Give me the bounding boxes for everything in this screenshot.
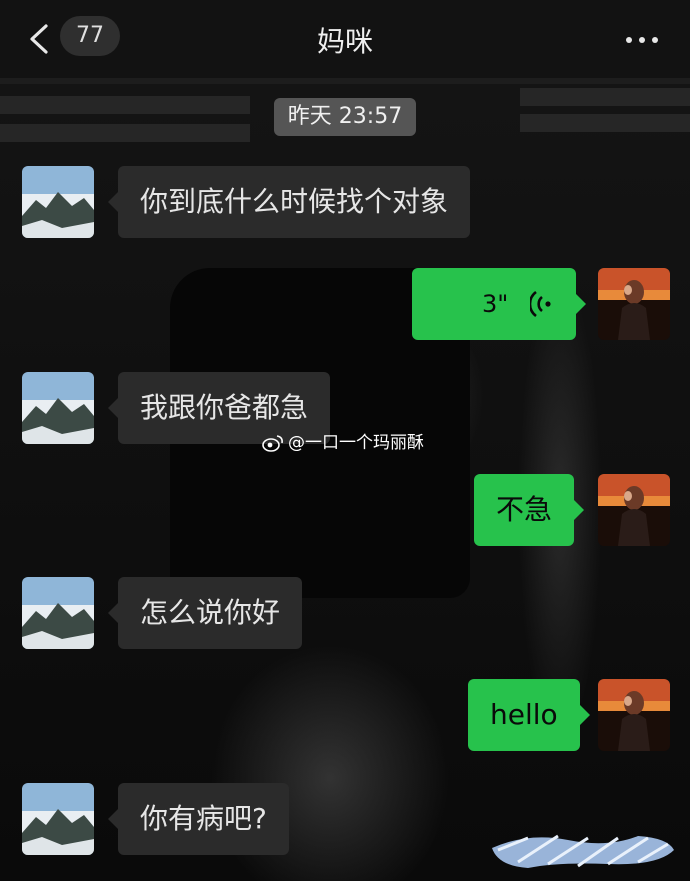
contact-avatar[interactable] xyxy=(22,166,94,238)
watermark-text: @一口一个玛丽酥 xyxy=(288,433,424,453)
my-avatar[interactable] xyxy=(598,679,670,751)
weibo-watermark: @一口一个玛丽酥 xyxy=(262,428,424,453)
more-dots-icon xyxy=(639,37,645,43)
portrait-photo-icon xyxy=(598,679,670,751)
background-stripe xyxy=(520,114,690,132)
message-bubble[interactable]: 怎么说你好 xyxy=(107,577,303,649)
divider xyxy=(0,78,690,84)
contact-avatar[interactable] xyxy=(22,577,94,649)
chat-title: 妈咪 xyxy=(316,25,373,58)
message-bubble[interactable]: hello xyxy=(468,679,590,751)
message-timestamp: 昨天 23:57 xyxy=(274,98,416,136)
more-dots-icon xyxy=(652,37,658,43)
more-dots-icon xyxy=(626,37,632,43)
message-bubble[interactable]: 你到底什么时候找个对象 xyxy=(107,166,471,238)
mountain-landscape-icon xyxy=(22,166,94,238)
voice-duration: 3" xyxy=(482,290,509,318)
my-avatar[interactable] xyxy=(598,474,670,546)
mountain-landscape-icon xyxy=(22,372,94,444)
my-avatar[interactable] xyxy=(598,268,670,340)
voice-wave-icon xyxy=(530,290,551,318)
portrait-photo-icon xyxy=(598,268,670,340)
background-stripe xyxy=(520,88,690,106)
weibo-logo-icon xyxy=(262,435,283,452)
chat-header: 77 妈咪 xyxy=(0,0,690,78)
message-bubble[interactable]: 不急 xyxy=(474,474,585,546)
mountain-landscape-icon xyxy=(22,783,94,855)
message-bubble[interactable]: 你有病吧? xyxy=(108,783,289,855)
scribble-redaction xyxy=(492,834,674,868)
contact-avatar[interactable] xyxy=(22,372,94,444)
contact-avatar[interactable] xyxy=(22,783,94,855)
background-stripe xyxy=(0,96,250,114)
more-button[interactable] xyxy=(624,24,660,54)
voice-message-bubble[interactable]: 3" xyxy=(412,268,586,340)
mountain-landscape-icon xyxy=(22,577,94,649)
background-stripe xyxy=(0,124,250,142)
portrait-photo-icon xyxy=(598,474,670,546)
